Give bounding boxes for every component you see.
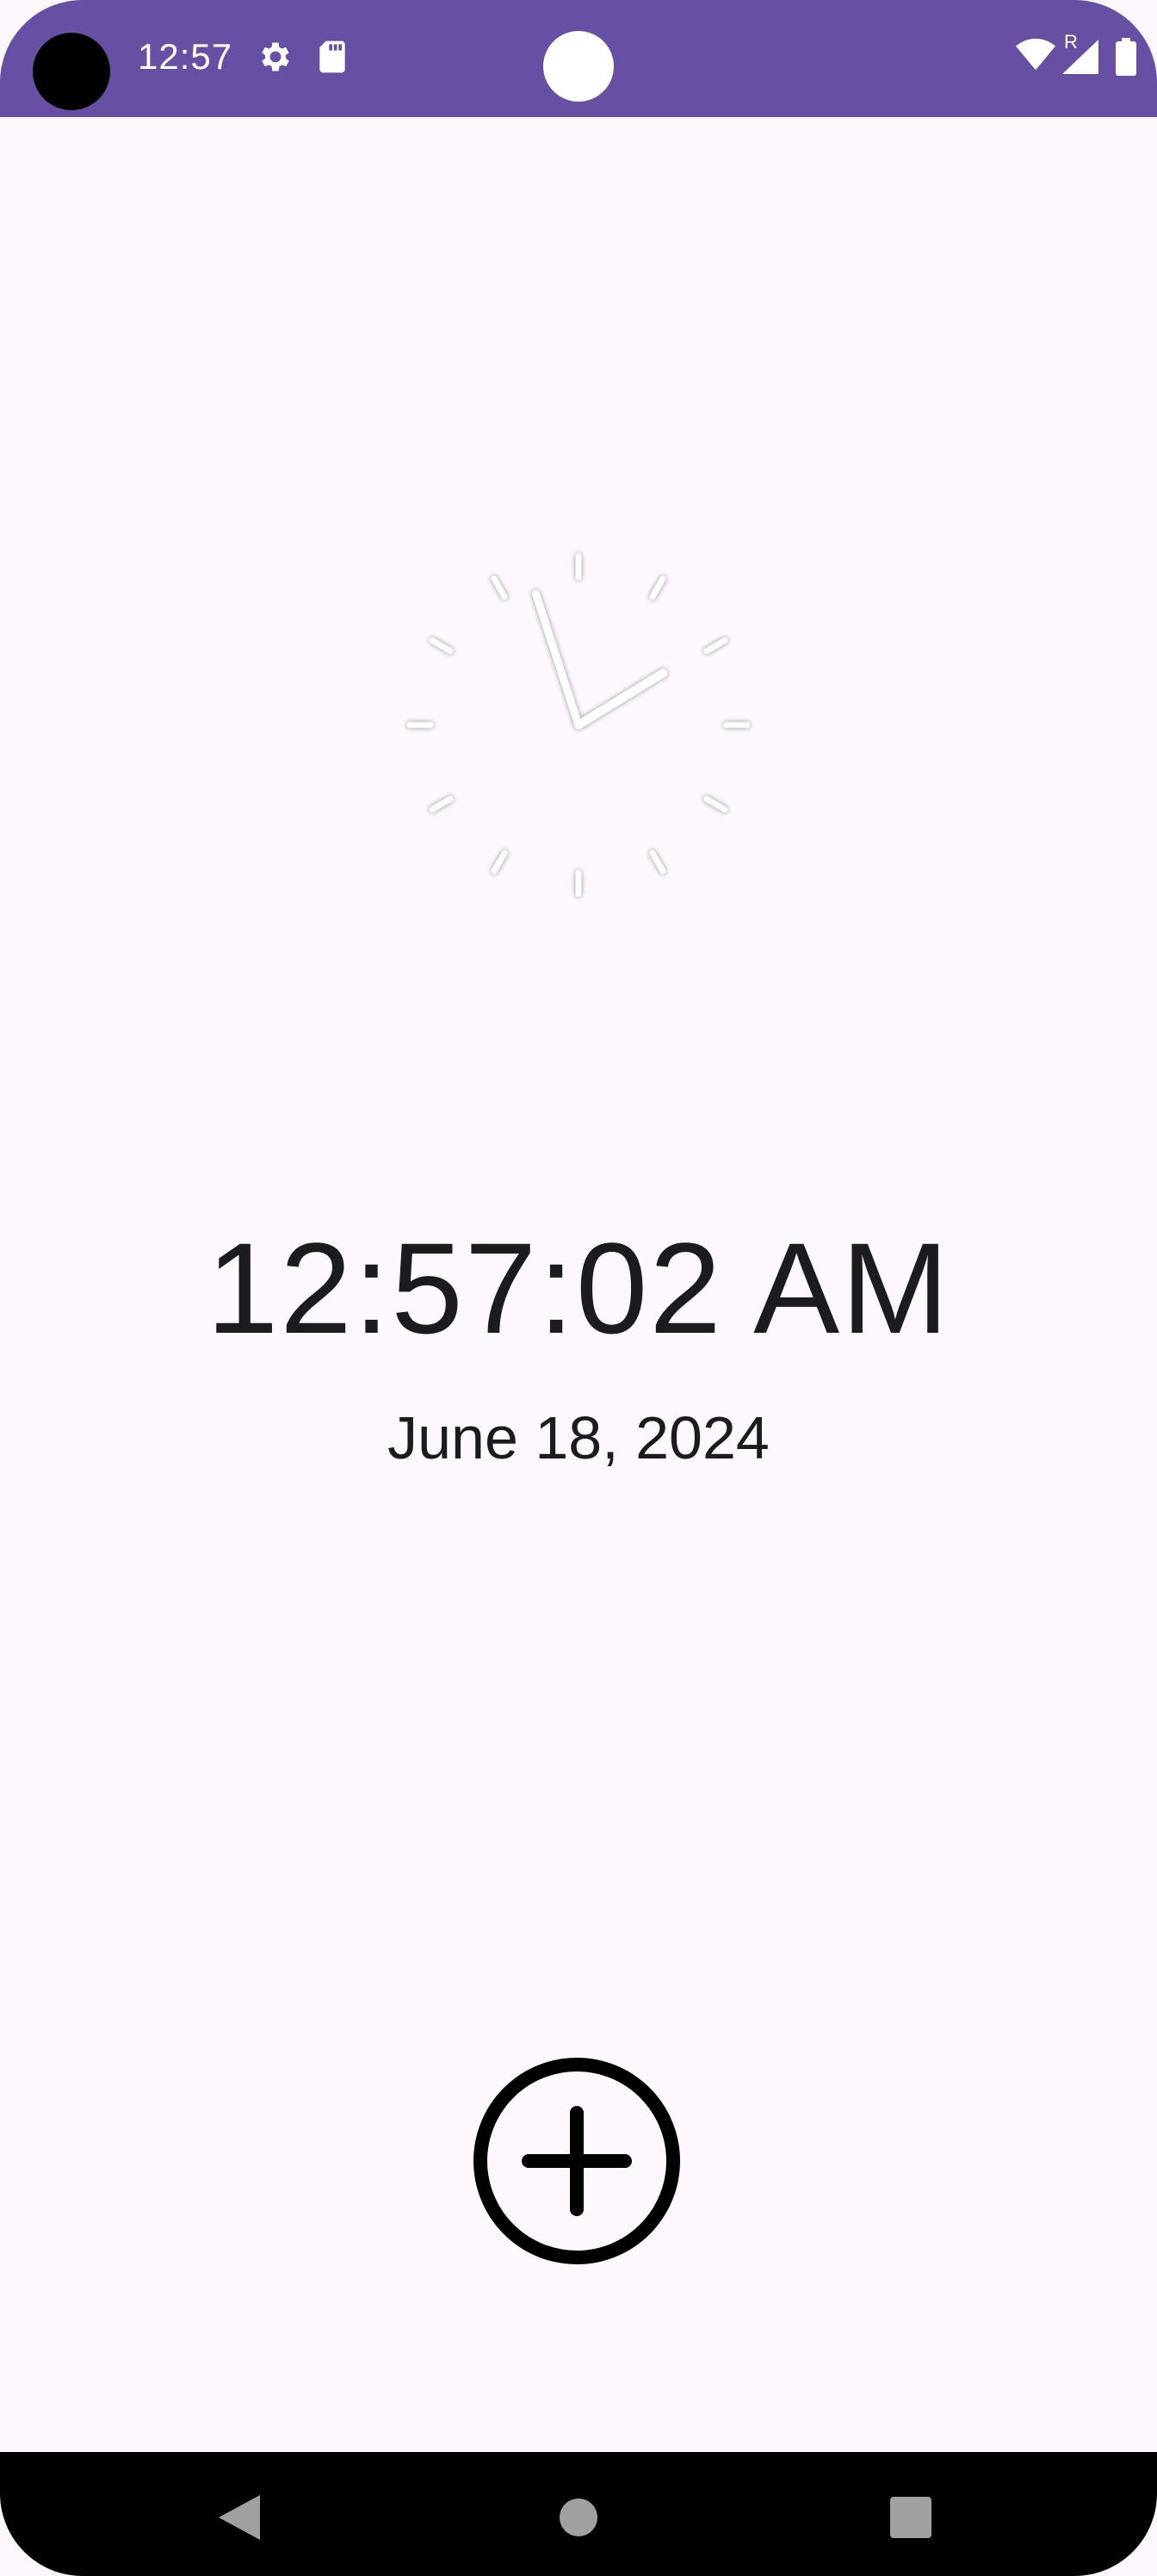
status-time: 12:57	[138, 36, 233, 77]
signal-icon	[1062, 40, 1098, 78]
analog-clock	[406, 553, 751, 897]
clock-tick	[649, 850, 666, 875]
device-screen: 12:57 R 12:57:02 AM June 18, 2024	[0, 0, 1157, 2576]
navigation-bar	[0, 2452, 1157, 2576]
front-camera	[33, 33, 110, 110]
add-button[interactable]	[472, 2056, 682, 2266]
digital-time: 12:57:02 AM	[206, 1216, 951, 1360]
add-circle-icon	[473, 2058, 680, 2264]
clock-tick	[491, 575, 508, 600]
sd-card-icon	[315, 38, 350, 80]
clock-tick	[429, 637, 454, 654]
status-bar: 12:57 R	[0, 0, 1157, 117]
wifi-icon	[1016, 38, 1055, 77]
clock-tick	[491, 850, 508, 875]
clock-tick	[703, 637, 728, 654]
back-icon[interactable]	[219, 2495, 260, 2544]
home-icon[interactable]	[560, 2499, 597, 2541]
hour-hand	[574, 668, 668, 729]
current-date: June 18, 2024	[387, 1404, 770, 1471]
clock-tick	[429, 796, 454, 813]
notch-indicator	[543, 31, 614, 102]
settings-icon	[257, 38, 294, 80]
battery-icon	[1116, 38, 1136, 80]
minute-hand	[532, 590, 583, 729]
recents-icon[interactable]	[890, 2497, 931, 2542]
clock-tick	[649, 575, 666, 600]
clock-tick	[703, 796, 728, 813]
